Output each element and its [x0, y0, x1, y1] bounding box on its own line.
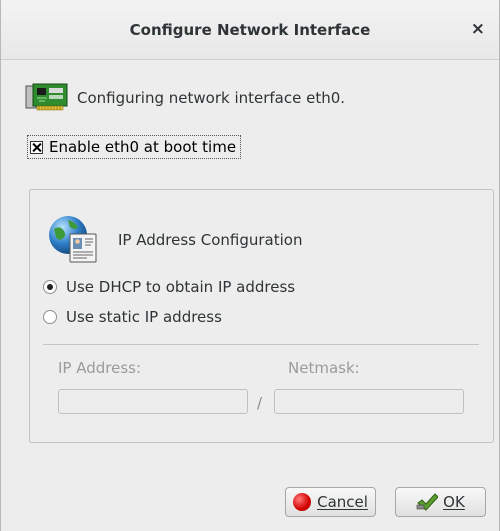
interface-header-text: Configuring network interface eth0. — [77, 89, 346, 107]
close-button[interactable]: × — [471, 19, 485, 39]
ip-netmask-separator: / — [257, 394, 263, 412]
ip-address-input[interactable] — [58, 389, 248, 414]
cancel-icon — [293, 493, 312, 511]
window-title: Configure Network Interface — [129, 21, 371, 39]
cancel-button[interactable]: Cancel — [285, 487, 376, 517]
ok-button[interactable]: OK — [395, 487, 486, 517]
ip-config-title: IP Address Configuration — [118, 231, 303, 249]
static-ip-radio-label: Use static IP address — [66, 308, 222, 326]
network-globe-icon — [49, 216, 97, 263]
title-bar: Configure Network Interface × — [1, 0, 499, 60]
static-ip-radio-option[interactable]: Use static IP address — [43, 308, 222, 326]
enable-at-boot-checkbox[interactable]: Enable eth0 at boot time — [27, 135, 242, 159]
netmask-input[interactable] — [274, 389, 464, 414]
ip-config-header: IP Address Configuration — [46, 214, 302, 266]
network-card-icon — [25, 83, 68, 111]
ip-address-label: IP Address: — [58, 359, 142, 377]
netmask-label: Netmask: — [288, 359, 360, 377]
dhcp-radio-label: Use DHCP to obtain IP address — [66, 278, 296, 296]
ip-config-separator — [43, 344, 479, 345]
interface-header: Configuring network interface eth0. — [25, 80, 345, 116]
configure-network-dialog: Configure Network Interface × Configurin… — [0, 0, 500, 531]
ok-button-label: OK — [443, 493, 465, 511]
radio-unselected-icon[interactable] — [43, 310, 57, 324]
checkbox-checked-icon[interactable] — [30, 140, 43, 154]
ok-checkmark-icon — [416, 493, 439, 511]
radio-selected-icon[interactable] — [43, 280, 57, 294]
dhcp-radio-option[interactable]: Use DHCP to obtain IP address — [43, 278, 295, 296]
enable-at-boot-label: Enable eth0 at boot time — [49, 138, 237, 156]
cancel-button-label: Cancel — [317, 493, 368, 511]
